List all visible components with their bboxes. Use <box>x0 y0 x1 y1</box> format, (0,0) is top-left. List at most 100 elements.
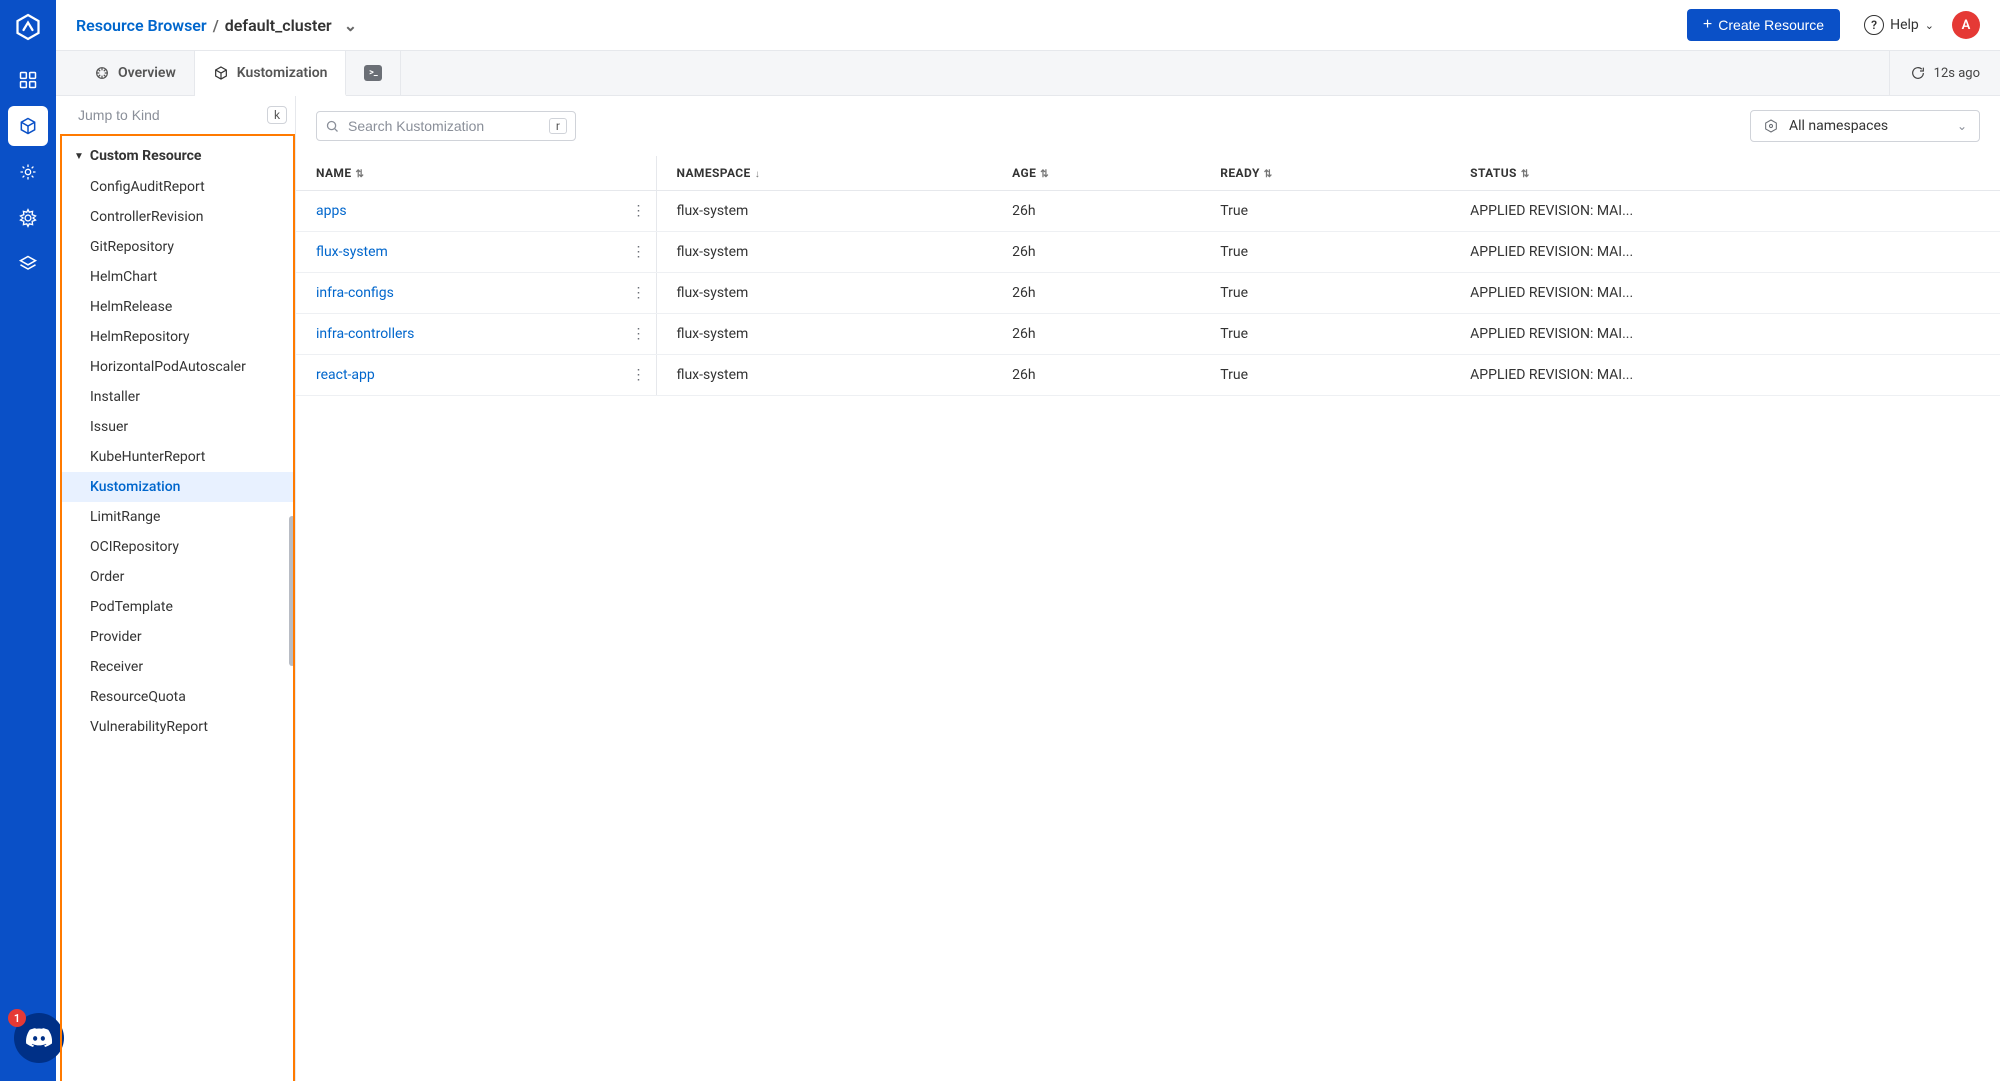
table-row: infra-controllers⋮flux-system26hTrueAPPL… <box>296 314 2000 355</box>
kind-item-podtemplate[interactable]: PodTemplate <box>62 592 293 622</box>
row-menu-icon[interactable]: ⋮ <box>632 244 646 260</box>
nav-stack[interactable] <box>8 244 48 284</box>
sync-status[interactable]: 12s ago <box>1889 51 2000 95</box>
resource-link[interactable]: flux-system <box>316 244 388 260</box>
content: r All namespaces ⌄ NAME⇅ <box>296 96 2000 1081</box>
tab-terminal[interactable]: >_ <box>346 51 401 95</box>
cell-age: 26h <box>992 273 1200 314</box>
help-menu[interactable]: ? Help ⌄ <box>1864 15 1934 35</box>
cell-ready: True <box>1200 355 1450 396</box>
jump-shortcut: k <box>267 106 287 124</box>
nav-rail: 1 <box>0 0 56 1081</box>
kind-item-helmrelease[interactable]: HelmRelease <box>62 292 293 322</box>
nav-resource-browser[interactable] <box>8 106 48 146</box>
kind-item-limitrange[interactable]: LimitRange <box>62 502 293 532</box>
kind-item-issuer[interactable]: Issuer <box>62 412 293 442</box>
refresh-icon <box>1910 65 1926 81</box>
search-input[interactable] <box>348 118 541 134</box>
table-row: react-app⋮flux-system26hTrueAPPLIED REVI… <box>296 355 2000 396</box>
col-ready[interactable]: READY⇅ <box>1200 156 1450 191</box>
row-menu-icon[interactable]: ⋮ <box>632 326 646 342</box>
jump-to-kind-input[interactable] <box>78 107 259 123</box>
triangle-down-icon: ▼ <box>74 151 84 162</box>
chevron-down-icon: ⌄ <box>1925 19 1934 32</box>
nav-cluster[interactable] <box>8 152 48 192</box>
search-box: r <box>316 111 576 141</box>
kind-item-helmrepository[interactable]: HelmRepository <box>62 322 293 352</box>
topbar: Resource Browser / default_cluster ⌄ + C… <box>56 0 2000 50</box>
cell-age: 26h <box>992 314 1200 355</box>
cell-namespace: flux-system <box>656 191 992 232</box>
resource-link[interactable]: apps <box>316 203 347 219</box>
col-name[interactable]: NAME⇅ <box>296 156 656 191</box>
plus-icon: + <box>1703 17 1712 33</box>
kind-item-kustomization[interactable]: Kustomization <box>62 472 293 502</box>
resource-link[interactable]: infra-controllers <box>316 326 414 342</box>
cell-status: APPLIED REVISION: MAI... <box>1450 273 2000 314</box>
cell-age: 26h <box>992 232 1200 273</box>
chevron-down-icon: ⌄ <box>1957 119 1967 133</box>
kind-item-helmchart[interactable]: HelmChart <box>62 262 293 292</box>
row-menu-icon[interactable]: ⋮ <box>632 203 646 219</box>
kind-item-kubehunterreport[interactable]: KubeHunterReport <box>62 442 293 472</box>
kind-item-order[interactable]: Order <box>62 562 293 592</box>
row-menu-icon[interactable]: ⋮ <box>632 285 646 301</box>
kind-item-provider[interactable]: Provider <box>62 622 293 652</box>
content-toolbar: r All namespaces ⌄ <box>296 96 2000 156</box>
tab-kustomization-label: Kustomization <box>237 65 328 81</box>
kind-item-controllerrevision[interactable]: ControllerRevision <box>62 202 293 232</box>
cell-namespace: flux-system <box>656 314 992 355</box>
cell-age: 26h <box>992 355 1200 396</box>
cell-status: APPLIED REVISION: MAI... <box>1450 232 2000 273</box>
tab-overview[interactable]: Overview <box>76 51 195 95</box>
discord-badge: 1 <box>8 1009 26 1027</box>
nav-settings[interactable] <box>8 198 48 238</box>
kind-item-installer[interactable]: Installer <box>62 382 293 412</box>
kind-item-ocirepository[interactable]: OCIRepository <box>62 532 293 562</box>
cell-status: APPLIED REVISION: MAI... <box>1450 191 2000 232</box>
col-status[interactable]: STATUS⇅ <box>1450 156 2000 191</box>
tabstrip: Overview Kustomization >_ 12s ago <box>56 50 2000 96</box>
tab-overview-label: Overview <box>118 65 176 81</box>
cell-ready: True <box>1200 232 1450 273</box>
row-menu-icon[interactable]: ⋮ <box>632 367 646 383</box>
breadcrumb: Resource Browser / default_cluster ⌄ <box>76 16 357 35</box>
col-namespace[interactable]: NAMESPACE↓ <box>656 156 992 191</box>
cell-ready: True <box>1200 191 1450 232</box>
kind-list: ▼ Custom Resource ConfigAuditReportContr… <box>60 134 295 1081</box>
kind-item-gitrepository[interactable]: GitRepository <box>62 232 293 262</box>
breadcrumb-separator: / <box>213 16 219 35</box>
scrollbar-thumb[interactable] <box>289 516 295 666</box>
kind-item-vulnerabilityreport[interactable]: VulnerabilityReport <box>62 712 293 742</box>
help-label: Help <box>1890 17 1919 33</box>
nav-apps[interactable] <box>8 60 48 100</box>
help-icon: ? <box>1864 15 1884 35</box>
search-shortcut: r <box>549 118 567 134</box>
avatar[interactable]: A <box>1952 11 1980 39</box>
table-row: infra-configs ⋮ flux-system26hTrueAPPLIED … <box>296 273 2000 314</box>
breadcrumb-current[interactable]: default_cluster <box>225 16 332 35</box>
resource-link[interactable]: infra-configs <box>316 285 394 301</box>
kind-item-horizontalpodautoscaler[interactable]: HorizontalPodAutoscaler <box>62 352 293 382</box>
terminal-icon: >_ <box>364 65 382 81</box>
namespace-label: All namespaces <box>1789 118 1888 134</box>
group-label: Custom Resource <box>90 148 202 164</box>
create-resource-label: Create Resource <box>1718 17 1824 33</box>
resource-link[interactable]: react-app <box>316 367 375 383</box>
breadcrumb-root-link[interactable]: Resource Browser <box>76 16 207 35</box>
chevron-down-icon[interactable]: ⌄ <box>344 16 357 35</box>
brand-logo <box>9 8 47 46</box>
cell-namespace: flux-system <box>656 232 992 273</box>
search-icon <box>325 119 340 134</box>
tab-kustomization[interactable]: Kustomization <box>195 51 347 96</box>
cell-namespace: flux-system <box>656 273 992 314</box>
kind-item-configauditreport[interactable]: ConfigAuditReport <box>62 172 293 202</box>
kind-item-resourcequota[interactable]: ResourceQuota <box>62 682 293 712</box>
kind-item-receiver[interactable]: Receiver <box>62 652 293 682</box>
create-resource-button[interactable]: + Create Resource <box>1687 9 1840 41</box>
cell-ready: True <box>1200 273 1450 314</box>
cell-ready: True <box>1200 314 1450 355</box>
col-age[interactable]: AGE⇅ <box>992 156 1200 191</box>
group-custom-resource[interactable]: ▼ Custom Resource <box>62 140 293 172</box>
namespace-select[interactable]: All namespaces ⌄ <box>1750 110 1980 142</box>
